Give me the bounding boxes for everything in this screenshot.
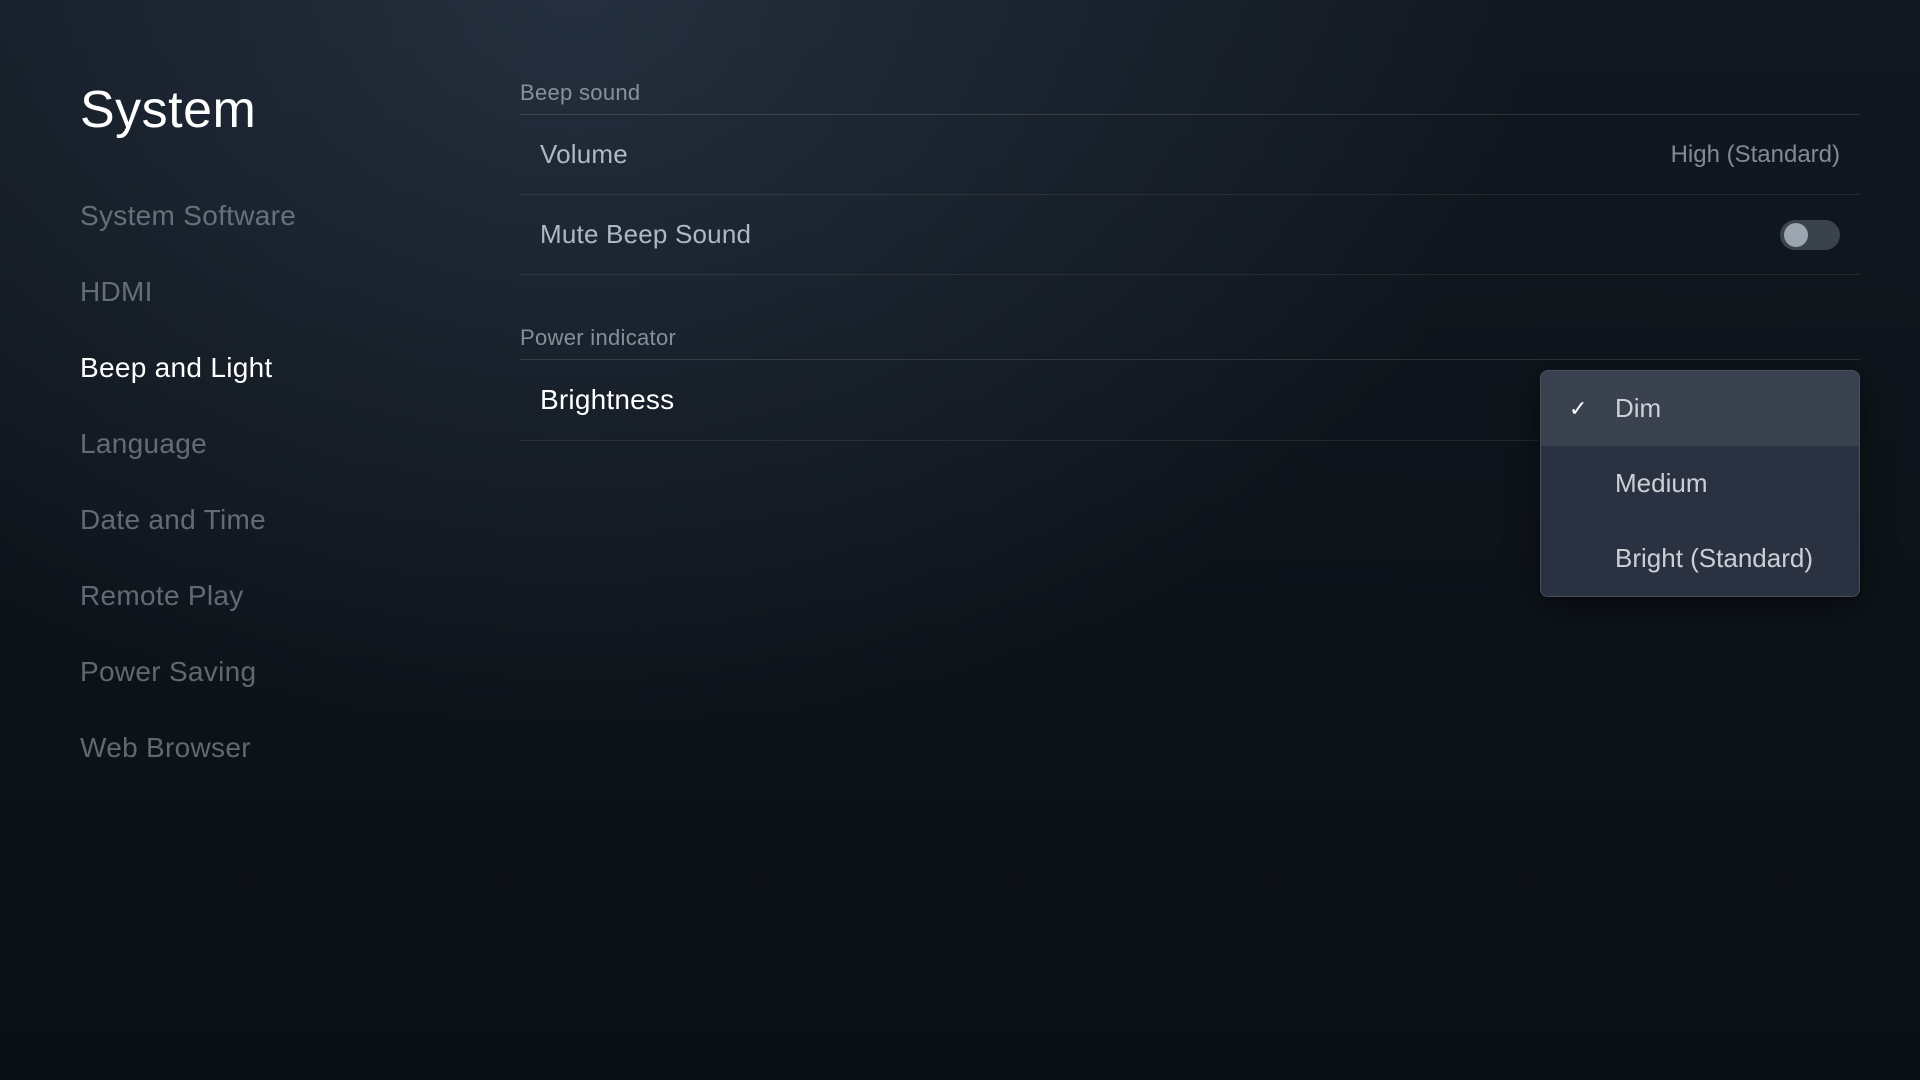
volume-row[interactable]: Volume High (Standard)	[520, 115, 1860, 195]
sidebar-item-remote-play[interactable]: Remote Play	[80, 580, 460, 612]
brightness-dropdown[interactable]: ✓ Dim ✓ Medium ✓ Bright (Standard)	[1540, 370, 1860, 597]
power-indicator-section-title: Power indicator	[520, 325, 1860, 351]
volume-value: High (Standard)	[1671, 141, 1840, 169]
sidebar-item-power-saving[interactable]: Power Saving	[80, 656, 460, 688]
toggle-knob	[1784, 223, 1808, 247]
volume-label: Volume	[540, 139, 628, 170]
brightness-label: Brightness	[540, 384, 674, 416]
mute-beep-toggle[interactable]	[1780, 220, 1840, 250]
dropdown-item-medium[interactable]: ✓ Medium	[1541, 446, 1859, 521]
beep-sound-settings: Volume High (Standard) Mute Beep Sound	[520, 114, 1860, 275]
sidebar-item-date-and-time[interactable]: Date and Time	[80, 504, 460, 536]
mute-beep-label: Mute Beep Sound	[540, 219, 751, 250]
dropdown-label-dim: Dim	[1615, 393, 1661, 424]
sidebar-item-language[interactable]: Language	[80, 428, 460, 460]
dropdown-label-bright: Bright (Standard)	[1615, 543, 1813, 574]
main-content: Beep sound Volume High (Standard) Mute B…	[460, 60, 1920, 1020]
dropdown-item-dim[interactable]: ✓ Dim	[1541, 371, 1859, 446]
sidebar-item-beep-and-light[interactable]: Beep and Light	[80, 352, 460, 384]
power-indicator-settings: Brightness ✓ Dim ✓ Medium ✓ Bright (Stan…	[520, 359, 1860, 441]
beep-sound-section-title: Beep sound	[520, 80, 1860, 106]
page-title: System	[80, 80, 460, 140]
sidebar-item-system-software[interactable]: System Software	[80, 200, 460, 232]
mute-beep-row[interactable]: Mute Beep Sound	[520, 195, 1860, 275]
check-icon-dim: ✓	[1569, 396, 1597, 422]
sidebar-item-hdmi[interactable]: HDMI	[80, 276, 460, 308]
sidebar: System System Software HDMI Beep and Lig…	[80, 60, 460, 1020]
brightness-row[interactable]: Brightness ✓ Dim ✓ Medium ✓ Bright (Stan…	[520, 360, 1860, 441]
dropdown-label-medium: Medium	[1615, 468, 1707, 499]
sidebar-item-web-browser[interactable]: Web Browser	[80, 732, 460, 764]
dropdown-item-bright-standard[interactable]: ✓ Bright (Standard)	[1541, 521, 1859, 596]
